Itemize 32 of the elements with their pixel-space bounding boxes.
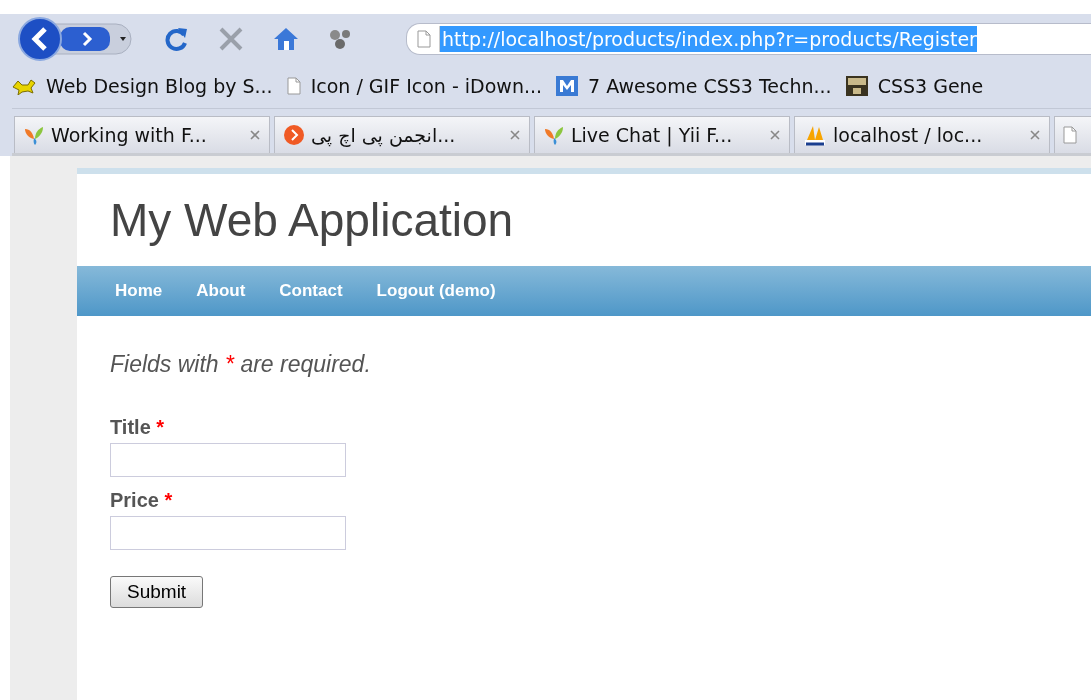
page-icon	[1063, 126, 1077, 144]
browser-tab[interactable]: localhost / loc...	[794, 116, 1050, 153]
required-note: Fields with * are required.	[110, 351, 372, 378]
letter-m-icon	[556, 76, 579, 96]
browser-tab[interactable]: Live Chat | Yii F...	[534, 116, 790, 153]
field-label: Price *	[110, 489, 174, 512]
input-field[interactable]	[110, 516, 346, 550]
close-icon[interactable]	[218, 26, 244, 52]
url-text: http://localhost/products/index.php?r=products/Register	[439, 26, 977, 52]
submit-button[interactable]: Submit	[110, 576, 204, 608]
leaf-icon	[543, 124, 565, 146]
browser-tab[interactable]: Working with F...	[14, 116, 270, 153]
reload-icon[interactable]	[164, 26, 190, 52]
browser-tab[interactable]	[1054, 116, 1091, 153]
bookmark[interactable]: Icon / GIF Icon - iDown...	[286, 75, 543, 97]
input-field[interactable]	[110, 443, 346, 477]
close-icon[interactable]	[769, 129, 781, 141]
sail-icon	[803, 124, 827, 146]
bookmark[interactable]: 7 Awesome CSS3 Techn...	[556, 75, 832, 97]
bookmark[interactable]: CSS3 Gene	[845, 75, 984, 97]
molecule-icon[interactable]	[328, 27, 352, 51]
home-icon[interactable]	[272, 26, 300, 52]
site-title: My Web Application	[110, 193, 514, 247]
page-icon	[417, 30, 431, 48]
field-label: Title *	[110, 416, 166, 439]
browser-tab[interactable]: انجمن پی اچ پی...	[274, 116, 530, 153]
close-icon[interactable]	[509, 129, 521, 141]
leaf-icon	[23, 124, 45, 146]
close-icon[interactable]	[249, 129, 261, 141]
close-icon[interactable]	[1029, 129, 1041, 141]
bookmark[interactable]: Web Design Blog by S...	[12, 75, 273, 97]
page-icon	[286, 77, 301, 95]
